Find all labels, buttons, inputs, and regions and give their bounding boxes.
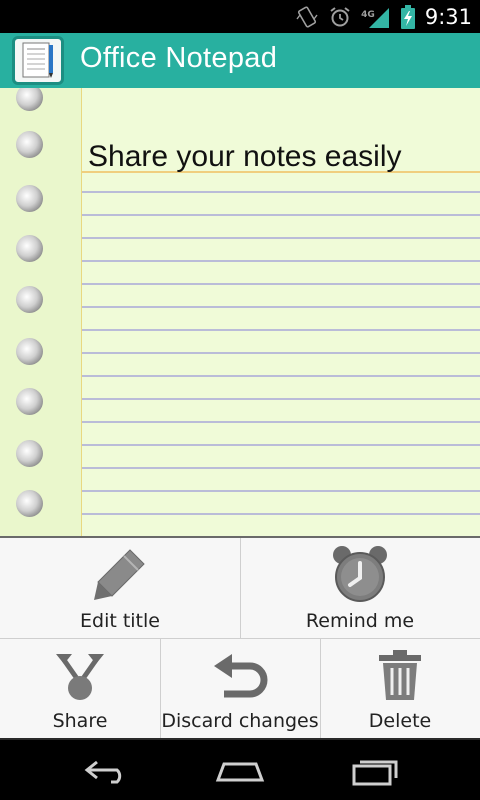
trash-icon	[379, 650, 421, 700]
delete-menu-item[interactable]: Delete	[320, 638, 480, 738]
options-menu: Edit title Remind me Share Discard chang…	[0, 536, 480, 738]
binder-hole	[16, 286, 43, 313]
share-icon	[56, 654, 104, 700]
back-icon	[84, 760, 122, 784]
pencil-icon	[94, 549, 145, 600]
discard-changes-menu-item[interactable]: Discard changes	[160, 638, 320, 738]
home-button[interactable]	[210, 754, 270, 788]
battery-charging-icon	[400, 4, 415, 29]
binder-hole	[16, 338, 43, 365]
alarm-clock-icon	[333, 546, 387, 602]
status-bar: 4G 9:31	[0, 0, 480, 33]
clock: 9:31	[424, 4, 472, 29]
status-icons: 4G 9:31	[295, 0, 472, 33]
navigation-bar	[0, 738, 480, 800]
binding-margin	[0, 88, 82, 538]
binder-hole	[16, 235, 43, 262]
app-title: Office Notepad	[80, 42, 278, 74]
binder-hole	[16, 440, 43, 467]
share-menu-item[interactable]: Share	[0, 638, 160, 738]
menu-item-label: Remind me	[305, 610, 415, 632]
recents-button[interactable]	[345, 754, 405, 788]
edit-title-menu-item[interactable]: Edit title	[0, 538, 240, 638]
home-icon	[215, 762, 265, 782]
alarm-icon	[330, 6, 350, 26]
menu-item-label: Edit title	[80, 610, 160, 632]
menu-item-label: Delete	[368, 710, 432, 732]
recents-icon	[352, 760, 398, 786]
binder-hole	[16, 185, 43, 212]
back-button[interactable]	[77, 754, 137, 788]
binder-hole	[16, 490, 43, 517]
note-title[interactable]: Share your notes easily	[88, 140, 402, 174]
menu-item-label: Discard changes	[161, 710, 319, 732]
action-bar: Office Notepad	[0, 33, 480, 88]
remind-me-menu-item[interactable]: Remind me	[240, 538, 480, 638]
notepad-app-icon[interactable]	[12, 36, 64, 85]
undo-icon	[214, 654, 268, 698]
network-type-label: 4G	[361, 9, 375, 20]
binder-hole	[16, 88, 43, 111]
menu-item-label: Share	[52, 710, 108, 732]
note-paper[interactable]: Share your notes easily	[0, 88, 480, 538]
binder-hole	[16, 388, 43, 415]
binder-hole	[16, 131, 43, 158]
vibrate-icon	[296, 5, 318, 28]
